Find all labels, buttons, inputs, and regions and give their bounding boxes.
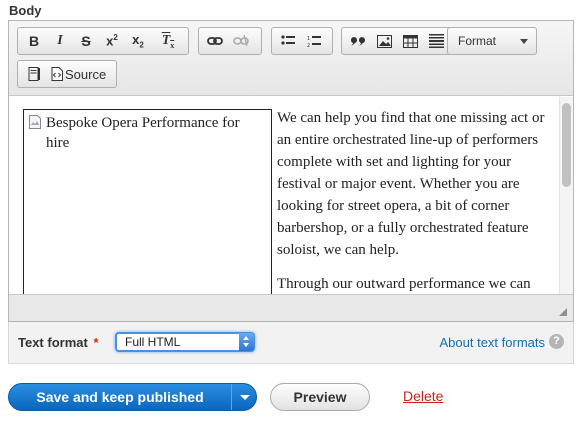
- remove-format-button[interactable]: Tx: [155, 29, 181, 53]
- subscript-button[interactable]: x2: [125, 29, 151, 53]
- bulleted-list-icon: [281, 35, 295, 45]
- format-dropdown-label: Format: [458, 34, 497, 48]
- unlink-button[interactable]: [228, 29, 254, 53]
- table-icon: [402, 34, 418, 48]
- superscript-button[interactable]: x2: [99, 29, 125, 53]
- superscript-icon: x2: [106, 33, 118, 48]
- save-and-keep-published-button[interactable]: Save and keep published: [9, 384, 231, 410]
- toolbar-group-links: [198, 27, 262, 55]
- text-format-label: Text format *: [18, 335, 99, 350]
- italic-button[interactable]: I: [47, 29, 73, 53]
- maximize-icon: [28, 67, 40, 81]
- remove-format-base: T: [161, 32, 171, 48]
- scrollbar-thumb[interactable]: [562, 103, 571, 187]
- horizontal-line-icon: [428, 34, 444, 48]
- editor-toolbar: B I S x2 x2 Tx 1 2 Format Source: [9, 21, 573, 96]
- text-format-select[interactable]: Full HTML: [115, 332, 255, 352]
- unlink-icon: [233, 35, 249, 47]
- content-paragraph-2: Through our outward performance we can d…: [277, 276, 531, 292]
- delete-link[interactable]: Delete: [403, 388, 443, 404]
- about-text-formats-link[interactable]: About text formats: [440, 335, 546, 350]
- required-marker: *: [93, 335, 99, 350]
- rich-text-editor: B I S x2 x2 Tx 1 2 Format Source Bespoke…: [8, 20, 574, 322]
- embedded-image-placeholder[interactable]: Bespoke Opera Performance for hire: [23, 109, 272, 294]
- save-options-dropdown[interactable]: [232, 384, 256, 410]
- maximize-button[interactable]: [21, 62, 47, 86]
- chevron-down-icon: [520, 39, 528, 44]
- horizontal-line-button[interactable]: [423, 29, 449, 53]
- subscript-icon: x2: [132, 32, 144, 50]
- blockquote-icon: [350, 37, 365, 46]
- bold-button[interactable]: B: [21, 29, 47, 53]
- editor-bottom-bar: [9, 294, 573, 321]
- remove-format-mark: x: [170, 40, 175, 50]
- table-button[interactable]: [397, 29, 423, 53]
- resize-icon[interactable]: [559, 308, 567, 316]
- toolbar-group-basic-styles: B I S x2 x2 Tx: [17, 27, 189, 55]
- text-format-label-text: Text format: [18, 335, 88, 350]
- content-paragraph-1: We can help you find that one missing ac…: [277, 110, 545, 258]
- image-button[interactable]: [371, 29, 397, 53]
- text-format-row: Text format * Full HTML About text forma…: [8, 322, 574, 364]
- image-alt-text: Bespoke Opera Performance for hire: [46, 115, 240, 151]
- subscript-mark: 2: [139, 40, 144, 50]
- save-split-button: Save and keep published: [8, 383, 257, 411]
- editor-text-column: We can help you find that one missing ac…: [277, 107, 555, 294]
- link-icon: [207, 37, 223, 45]
- select-arrows-icon: [239, 333, 254, 351]
- numbered-list-icon: 12: [307, 35, 321, 48]
- italic-icon: I: [57, 33, 63, 48]
- field-label-body: Body: [9, 3, 42, 18]
- toolbar-group-lists: 12: [271, 27, 333, 55]
- bulleted-list-button[interactable]: [275, 29, 301, 53]
- source-button[interactable]: Source: [47, 62, 110, 86]
- help-icon[interactable]: ?: [549, 334, 564, 349]
- toolbar-group-document: Source: [17, 60, 117, 88]
- editor-content-area[interactable]: Bespoke Opera Performance for hire We ca…: [9, 97, 573, 294]
- superscript-mark: 2: [113, 33, 118, 43]
- strikethrough-button[interactable]: S: [73, 29, 99, 53]
- text-format-selected-value: Full HTML: [125, 335, 181, 349]
- editor-scrollbar[interactable]: [559, 97, 573, 294]
- bold-icon: B: [28, 33, 40, 49]
- blockquote-button[interactable]: [345, 29, 371, 53]
- link-button[interactable]: [202, 29, 228, 53]
- remove-format-icon: Tx: [162, 33, 175, 50]
- broken-image-icon: [29, 115, 41, 129]
- format-dropdown[interactable]: Format: [447, 27, 537, 55]
- svg-text:1: 1: [307, 36, 310, 42]
- strikethrough-icon: S: [81, 33, 91, 49]
- svg-text:2: 2: [307, 43, 310, 48]
- source-button-label: Source: [65, 66, 107, 82]
- preview-button[interactable]: Preview: [270, 383, 370, 411]
- toolbar-group-insert: [341, 27, 453, 55]
- source-icon: [51, 67, 63, 81]
- numbered-list-button[interactable]: 12: [301, 29, 327, 53]
- image-icon: [376, 34, 392, 48]
